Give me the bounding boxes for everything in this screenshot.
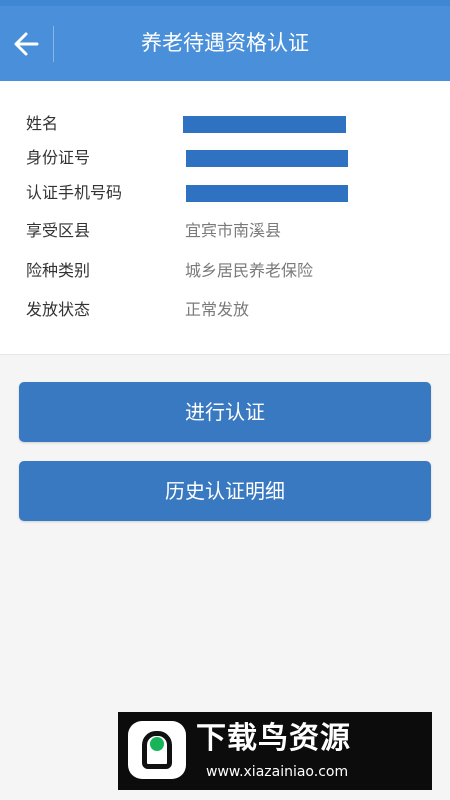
info-row-id-number: 身份证号 xyxy=(0,141,450,175)
logo-dot xyxy=(150,737,164,751)
start-verification-button[interactable]: 进行认证 xyxy=(19,382,431,442)
page-title: 养老待遇资格认证 xyxy=(141,31,309,55)
info-row-phone: 认证手机号码 xyxy=(0,176,450,210)
back-button[interactable] xyxy=(0,6,52,81)
redacted-value xyxy=(186,185,348,202)
info-label: 姓名 xyxy=(26,114,59,133)
info-row-insurance-type: 险种类别 城乡居民养老保险 xyxy=(0,254,450,288)
redacted-value xyxy=(183,116,346,133)
info-row-payment-status: 发放状态 正常发放 xyxy=(0,293,450,327)
info-label: 身份证号 xyxy=(26,148,91,167)
watermark-url: www.xiazainiao.com xyxy=(206,764,349,780)
info-label: 险种类别 xyxy=(26,261,91,280)
watermark: 下载鸟资源 www.xiazainiao.com xyxy=(118,712,432,790)
info-value: 正常发放 xyxy=(185,300,250,319)
info-label: 享受区县 xyxy=(26,221,91,240)
info-value: 城乡居民养老保险 xyxy=(185,261,314,280)
app-header: 养老待遇资格认证 xyxy=(0,6,450,81)
info-label: 认证手机号码 xyxy=(26,183,123,202)
info-row-name: 姓名 xyxy=(0,107,450,141)
watermark-brand: 下载鸟资源 xyxy=(196,721,351,756)
arrow-left-icon xyxy=(14,32,39,55)
verification-history-button[interactable]: 历史认证明细 xyxy=(19,461,431,521)
info-value: 宜宾市南溪县 xyxy=(185,221,282,240)
watermark-logo xyxy=(128,721,186,779)
info-card: 姓名 身份证号 认证手机号码 享受区县 宜宾市南溪县 险种类别 城乡居民养老保险… xyxy=(0,81,450,355)
redacted-value xyxy=(186,150,348,167)
info-label: 发放状态 xyxy=(26,300,91,319)
header-divider xyxy=(53,26,54,62)
info-row-district: 享受区县 宜宾市南溪县 xyxy=(0,214,450,248)
